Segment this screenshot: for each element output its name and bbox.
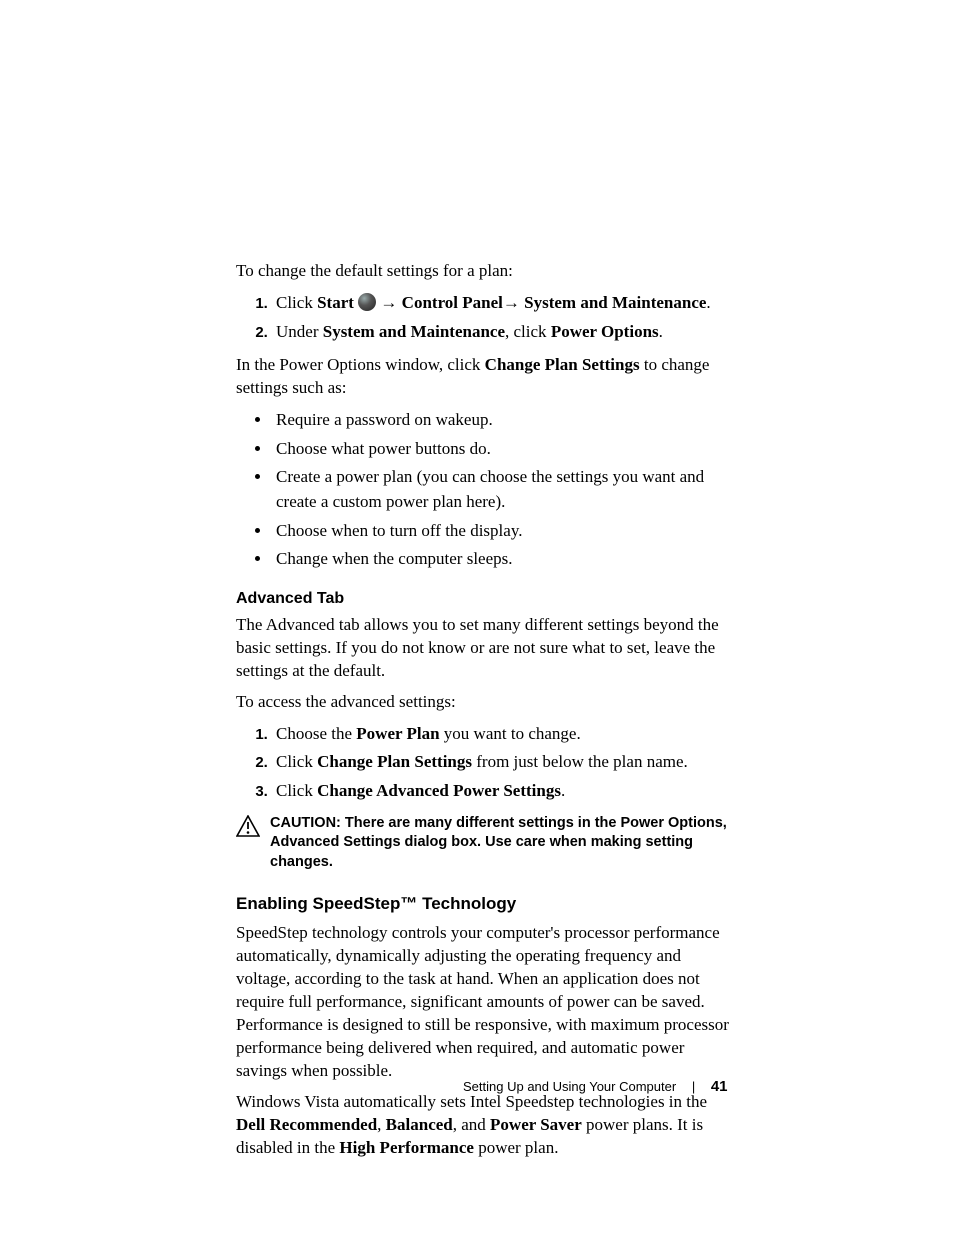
steps-list-1: Click Start → Control Panel→ System and … xyxy=(236,291,736,344)
bullet-item: Require a password on wakeup. xyxy=(272,408,736,433)
footer-page-number: 41 xyxy=(711,1078,728,1095)
footer-section-name: Setting Up and Using Your Computer xyxy=(463,1079,676,1094)
speedstep-paragraph-2: Windows Vista automatically sets Intel S… xyxy=(236,1091,736,1160)
settings-bullets: Require a password on wakeup. Choose wha… xyxy=(236,408,736,572)
adv-step-2: Click Change Plan Settings from just bel… xyxy=(272,750,736,775)
bullet-item: Change when the computer sleeps. xyxy=(272,547,736,572)
caution-icon xyxy=(236,815,260,837)
advanced-tab-heading: Advanced Tab xyxy=(236,590,736,608)
intro-text: To change the default settings for a pla… xyxy=(236,260,736,283)
advanced-tab-paragraph: The Advanced tab allows you to set many … xyxy=(236,614,736,683)
caution-note: CAUTION: There are many different settin… xyxy=(236,814,736,873)
adv-step-3: Click Change Advanced Power Settings. xyxy=(272,779,736,804)
step-2: Under System and Maintenance, click Powe… xyxy=(272,320,736,345)
advanced-access-text: To access the advanced settings: xyxy=(236,691,736,714)
caution-text: CAUTION: There are many different settin… xyxy=(270,814,736,873)
windows-start-icon xyxy=(358,293,376,311)
footer-separator: | xyxy=(692,1079,695,1094)
change-plan-paragraph: In the Power Options window, click Chang… xyxy=(236,354,736,400)
speedstep-paragraph-1: SpeedStep technology controls your compu… xyxy=(236,922,736,1083)
page-content: To change the default settings for a pla… xyxy=(236,260,736,1168)
adv-step-1: Choose the Power Plan you want to change… xyxy=(272,722,736,747)
bullet-item: Choose what power buttons do. xyxy=(272,437,736,462)
step-1: Click Start → Control Panel→ System and … xyxy=(272,291,736,316)
bullet-item: Create a power plan (you can choose the … xyxy=(272,465,736,514)
steps-list-2: Choose the Power Plan you want to change… xyxy=(236,722,736,804)
speedstep-heading: Enabling SpeedStep™ Technology xyxy=(236,894,736,914)
bullet-item: Choose when to turn off the display. xyxy=(272,519,736,544)
